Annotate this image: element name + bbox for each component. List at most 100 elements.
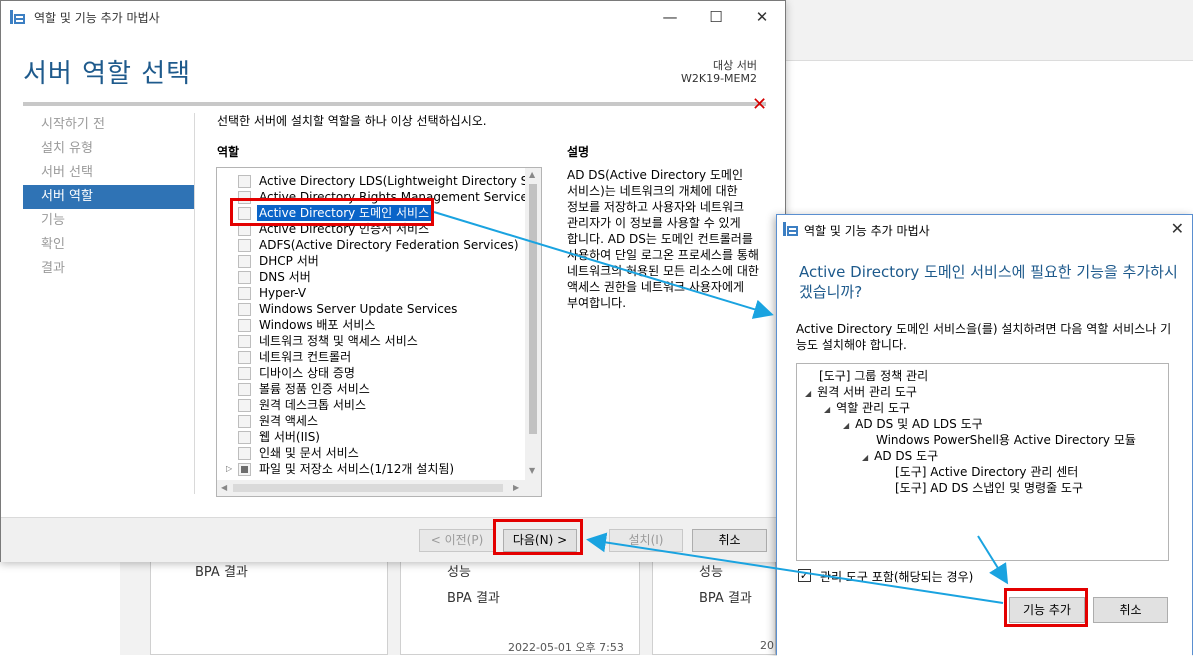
role-checkbox[interactable]: [238, 383, 251, 396]
highlight-box-selected-role: [230, 198, 434, 226]
scroll-thumb[interactable]: [529, 184, 537, 434]
expanded-arrow-icon[interactable]: ◢: [843, 421, 849, 430]
nav-item-results: 결과: [41, 261, 65, 276]
tile-gap: [120, 560, 150, 655]
roles-vertical-scrollbar[interactable]: ▲ ▼: [525, 168, 541, 480]
role-checkbox[interactable]: [238, 367, 251, 380]
role-label: DHCP 서버: [259, 254, 319, 268]
tile-bpa-link[interactable]: BPA 결과: [447, 587, 500, 606]
maximize-button[interactable]: ☐: [693, 1, 739, 33]
page-title: 서버 역할 선택: [23, 59, 192, 89]
role-checkbox[interactable]: [238, 175, 251, 188]
tile-bpa-link[interactable]: BPA 결과: [699, 587, 752, 606]
tree-node-label: AD DS 및 AD LDS 도구: [855, 417, 983, 431]
scroll-up-icon[interactable]: ▲: [529, 170, 535, 179]
role-checkbox[interactable]: [238, 271, 251, 284]
required-features-tree[interactable]: [도구] 그룹 정책 관리 ◢ 원격 서버 관리 도구 ◢ 역할 관리 도구 ◢ AD…: [796, 363, 1169, 561]
previous-button[interactable]: < 이전(P): [419, 529, 495, 552]
background-tile-1: BPA 결과: [150, 560, 388, 655]
role-label: 웹 서버(IIS): [259, 430, 320, 444]
scroll-down-icon[interactable]: ▼: [529, 466, 535, 475]
role-row[interactable]: 볼륨 정품 인증 서비스: [217, 381, 527, 397]
role-checkbox[interactable]: [238, 287, 251, 300]
tile-performance-link[interactable]: 성능: [447, 561, 471, 580]
highlight-box-add-features: [1004, 588, 1088, 627]
role-checkbox[interactable]: [238, 447, 251, 460]
role-row[interactable]: 인쇄 및 문서 서비스: [217, 445, 527, 461]
role-checkbox[interactable]: [238, 303, 251, 316]
role-row[interactable]: Active Directory LDS(Lightweight Directo…: [217, 173, 541, 189]
dialog-heading: Active Directory 도메인 서비스에 필요한 기능을 추가하시겠습…: [799, 263, 1178, 301]
tree-node: Windows PowerShell용 Active Directory 모듈: [876, 433, 1136, 447]
role-checkbox[interactable]: [238, 239, 251, 252]
nav-item-server-roles[interactable]: 서버 역할: [23, 185, 194, 209]
role-row[interactable]: 디바이스 상태 증명: [217, 365, 527, 381]
role-row[interactable]: 웹 서버(IIS): [217, 429, 527, 445]
role-row[interactable]: Windows 배포 서비스: [217, 317, 527, 333]
install-button[interactable]: 설치(I): [609, 529, 683, 552]
dialog-cancel-button[interactable]: 취소: [1093, 597, 1168, 623]
tree-node: [도구] AD DS 스냅인 및 명령줄 도구: [895, 481, 1083, 495]
role-description: AD DS(Active Directory 도메인 서비스)는 네트워크의 개…: [567, 168, 759, 310]
instruction-text: 선택한 서버에 설치할 역할을 하나 이상 선택하십시오.: [217, 114, 487, 128]
validation-error-icon[interactable]: ✕: [752, 94, 767, 115]
expand-arrow-icon[interactable]: ▷: [226, 464, 232, 473]
scroll-right-icon[interactable]: ▶: [513, 483, 519, 492]
role-label: 인쇄 및 문서 서비스: [259, 446, 359, 460]
role-label: Windows Server Update Services: [259, 302, 458, 316]
role-row[interactable]: DNS 서버: [217, 269, 527, 285]
nav-item-before-you-begin[interactable]: 시작하기 전: [23, 113, 194, 137]
background-tile-3: 성능 BPA 결과: [652, 560, 776, 655]
role-row[interactable]: ▷ 파일 및 저장소 서비스(1/12개 설치됨): [217, 461, 527, 477]
server-manager-icon: [10, 10, 25, 24]
role-row[interactable]: Hyper-V: [217, 285, 527, 301]
wizard-nav: 시작하기 전 설치 유형 서버 선택 서버 역할 기능 확인 결과: [23, 113, 194, 281]
nav-item-installation-type[interactable]: 설치 유형: [23, 137, 194, 161]
role-row[interactable]: 네트워크 정책 및 액세스 서비스: [217, 333, 527, 349]
dialog-close-icon[interactable]: ✕: [1171, 219, 1184, 238]
role-checkbox[interactable]: [238, 319, 251, 332]
role-checkbox-partial[interactable]: [238, 463, 251, 476]
role-row[interactable]: DHCP 서버: [217, 253, 527, 269]
include-tools-label: 관리 도구 포함(해당되는 경우): [820, 570, 974, 584]
wizard-footer: < 이전(P) 다음(N) > 설치(I) 취소: [1, 517, 785, 562]
tree-node: [도구] 그룹 정책 관리: [819, 369, 929, 383]
role-row[interactable]: 원격 액세스: [217, 413, 527, 429]
role-label: 네트워크 컨트롤러: [259, 350, 352, 364]
role-checkbox[interactable]: [238, 351, 251, 364]
tile-performance-link[interactable]: 성능: [699, 561, 723, 580]
target-server-name: W2K19-MEM2: [681, 72, 757, 85]
close-button[interactable]: ✕: [739, 1, 785, 33]
tree-node-label: 역할 관리 도구: [836, 401, 911, 415]
role-checkbox[interactable]: [238, 415, 251, 428]
role-checkbox[interactable]: [238, 399, 251, 412]
minimize-button[interactable]: —: [647, 1, 693, 33]
nav-item-confirmation: 확인: [41, 237, 65, 252]
include-tools-checkbox[interactable]: ✓: [798, 569, 811, 582]
role-row[interactable]: Windows Server Update Services: [217, 301, 527, 317]
roles-horizontal-scrollbar[interactable]: ◀ ▶: [217, 480, 541, 496]
scroll-left-icon[interactable]: ◀: [221, 483, 227, 492]
expanded-arrow-icon[interactable]: ◢: [862, 453, 868, 462]
expanded-arrow-icon[interactable]: ◢: [805, 389, 811, 398]
expanded-arrow-icon[interactable]: ◢: [824, 405, 830, 414]
role-checkbox[interactable]: [238, 335, 251, 348]
background-header: [786, 0, 1193, 61]
server-manager-icon: [783, 222, 798, 236]
description-heading: 설명: [567, 145, 590, 159]
tree-node-label: AD DS 도구: [874, 449, 939, 463]
role-row[interactable]: 네트워크 컨트롤러: [217, 349, 527, 365]
role-checkbox[interactable]: [238, 255, 251, 268]
highlight-box-next-button: [493, 519, 583, 555]
cancel-button[interactable]: 취소: [692, 529, 767, 552]
nav-item-server-selection[interactable]: 서버 선택: [23, 161, 194, 185]
tile-bpa-link[interactable]: BPA 결과: [195, 561, 248, 580]
role-row[interactable]: 원격 데스크톱 서비스: [217, 397, 527, 413]
role-row[interactable]: ADFS(Active Directory Federation Service…: [217, 237, 527, 253]
role-label: DNS 서버: [259, 270, 311, 284]
target-server-label: 대상 서버: [713, 59, 757, 72]
role-label: 원격 액세스: [259, 414, 319, 428]
scroll-thumb[interactable]: [233, 484, 503, 492]
add-roles-wizard-window: 역할 및 기능 추가 마법사 — ☐ ✕ 서버 역할 선택 대상 서버 W2K1…: [0, 0, 786, 562]
role-checkbox[interactable]: [238, 431, 251, 444]
